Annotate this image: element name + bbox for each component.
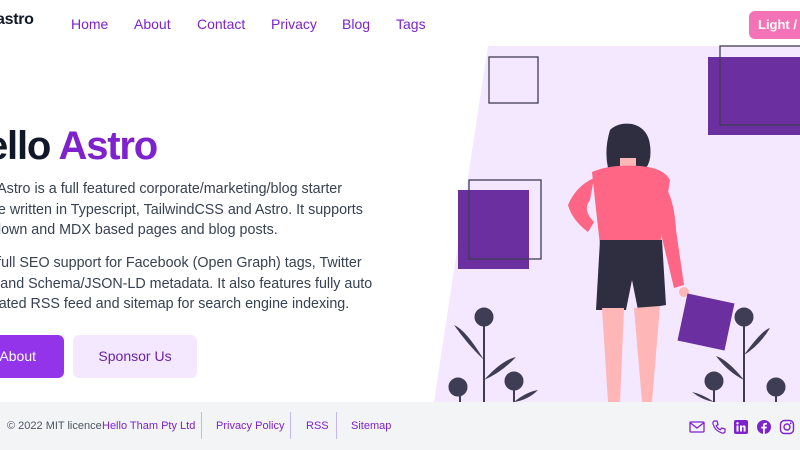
hero-description-1-line: me written in Typescript, TailwindCSS an…: [0, 201, 363, 218]
nav-contact[interactable]: Contact: [197, 16, 245, 32]
sponsor-us-button[interactable]: Sponsor Us: [73, 335, 197, 378]
hero-description-2-line: s full SEO support for Facebook (Open Gr…: [0, 255, 362, 271]
about-button[interactable]: About: [0, 335, 64, 378]
site-footer: © 2022 MIT licence Hello Tham Pty Ltd Pr…: [0, 402, 800, 450]
instagram-icon[interactable]: [779, 419, 795, 435]
footer-divider: [201, 412, 202, 439]
held-purple-square: [677, 293, 735, 351]
nav-privacy[interactable]: Privacy: [271, 16, 317, 32]
linkedin-icon[interactable]: [733, 419, 749, 435]
nav-home[interactable]: Home: [71, 16, 108, 32]
privacy-policy-link[interactable]: Privacy Policy: [216, 420, 284, 432]
footer-divider: [336, 412, 337, 439]
site-logo[interactable]: astro: [0, 11, 34, 29]
site-header: astro Home About Contact Privacy Blog Ta…: [0, 0, 800, 46]
hero-description-2-line: erated RSS feed and sitemap for search e…: [0, 296, 350, 312]
hero-description-2-line: ls and Schema/JSON-LD metadata. It also …: [0, 275, 373, 292]
sitemap-link[interactable]: Sitemap: [351, 420, 391, 432]
hero-title-part2: Astro: [58, 124, 159, 168]
facebook-icon[interactable]: [756, 419, 772, 435]
footer-divider: [290, 412, 291, 439]
hero-description-2: s full SEO support for Facebook (Open Gr…: [0, 253, 386, 315]
hero-description-1: o Astro is a full featured corporate/mar…: [0, 179, 386, 241]
nav-about[interactable]: About: [134, 16, 171, 32]
nav-tags[interactable]: Tags: [396, 16, 426, 32]
mail-icon[interactable]: [689, 419, 705, 435]
purple-square-top-right: [708, 57, 800, 135]
hero-title: ello Astro: [0, 124, 159, 169]
phone-icon[interactable]: [711, 419, 727, 435]
theme-toggle-button[interactable]: Light / Dark: [749, 11, 800, 39]
hero-title-part1: ello: [0, 124, 51, 168]
nav-blog[interactable]: Blog: [342, 16, 370, 32]
company-link[interactable]: Hello Tham Pty Ltd: [102, 420, 195, 432]
copyright-text: © 2022 MIT licence: [7, 420, 102, 432]
hero-description-1-line: kdown and MDX based pages and blog posts…: [0, 222, 278, 238]
hero-description-1-line: o Astro is a full featured corporate/mar…: [0, 181, 343, 197]
rss-link[interactable]: RSS: [306, 420, 329, 432]
